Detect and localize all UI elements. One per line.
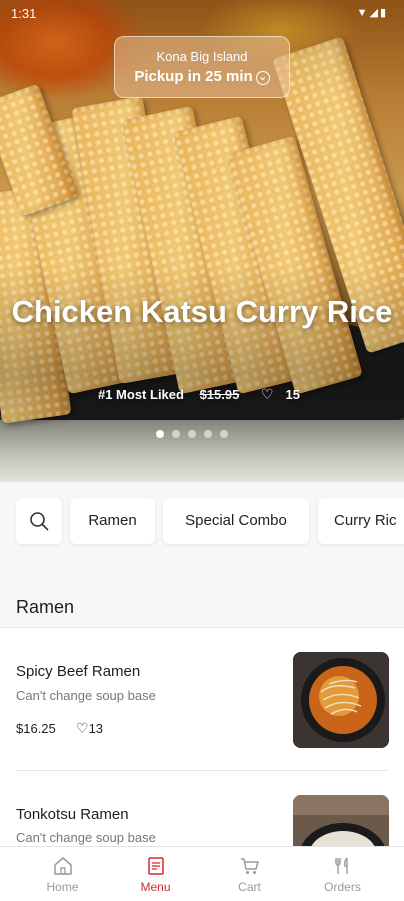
chevron-down-icon: ⌄ — [255, 71, 270, 85]
menu-item-image — [293, 795, 389, 846]
tab-cart[interactable]: Cart — [199, 847, 300, 901]
utensils-icon — [334, 857, 348, 874]
featured-dish-title: Chicken Katsu Curry Rice — [11, 294, 393, 329]
status-icons: ▼◢▮ — [356, 7, 388, 19]
carousel-dot[interactable] — [220, 430, 228, 438]
tonkotsu-image — [293, 795, 389, 846]
category-bar: Ramen Special Combo Curry Ric — [0, 482, 404, 560]
category-chip-special-combo[interactable]: Special Combo — [163, 498, 309, 544]
menu-item-likes-count: 13 — [88, 721, 104, 736]
search-button[interactable] — [16, 498, 62, 544]
carousel-indicator — [156, 425, 236, 438]
menu-item-image — [293, 652, 389, 748]
menu-item-name: Spicy Beef Ramen — [16, 663, 141, 680]
bottom-navigation: Home Menu Cart Orders — [0, 846, 404, 901]
pickup-location: Kona Big Island — [156, 49, 248, 64]
menu-item-name: Tonkotsu Ramen — [16, 806, 129, 823]
featured-dish-banner[interactable]: 1:31 ▼◢▮ Kona Big Island Pickup in 25 mi… — [0, 0, 404, 482]
carousel-dot[interactable] — [204, 430, 212, 438]
category-chip-ramen[interactable]: Ramen — [70, 498, 155, 544]
tab-menu-label: Menu — [140, 880, 171, 894]
carousel-dot[interactable] — [156, 430, 164, 438]
pickup-eta-label: Pickup in 25 min — [134, 68, 253, 85]
featured-dish-price: $15.95 — [199, 387, 240, 402]
tab-menu[interactable]: Menu — [105, 847, 206, 901]
section-title: Ramen — [16, 597, 75, 617]
pickup-eta: Pickup in 25 min ⌄ — [115, 68, 289, 85]
status-bar: 1:31 ▼◢▮ — [0, 0, 404, 26]
menu-item[interactable]: Spicy Beef Ramen Can't change soup base … — [0, 628, 404, 770]
pickup-location-selector[interactable]: Kona Big Island Pickup in 25 min ⌄ — [114, 36, 290, 98]
cart-icon — [240, 858, 259, 874]
carousel-dot[interactable] — [172, 430, 180, 438]
featured-dish-meta: #1 Most Liked $15.95 ♡ 15 — [0, 386, 404, 403]
menu-book-icon — [147, 857, 164, 875]
featured-likes-count: 15 — [285, 387, 300, 402]
featured-likes: ♡ 15 — [255, 386, 306, 402]
heart-icon: ♡ — [76, 720, 89, 736]
most-liked-badge: #1 Most Liked — [97, 387, 184, 402]
menu-item-likes: ♡13 — [76, 720, 103, 737]
tab-orders-label: Orders — [324, 880, 361, 894]
tab-home-label: Home — [46, 880, 79, 894]
status-time: 1:31 — [11, 6, 37, 21]
category-chip-curry-rice[interactable]: Curry Ric — [318, 498, 404, 544]
menu-item-note: Can't change soup base — [16, 688, 156, 703]
menu-item[interactable]: Tonkotsu Ramen Can't change soup base — [0, 771, 404, 846]
heart-icon: ♡ — [260, 386, 274, 402]
tab-home[interactable]: Home — [12, 847, 113, 901]
menu-item-note: Can't change soup base — [16, 830, 156, 845]
tab-orders[interactable]: Orders — [292, 847, 393, 901]
ramen-image — [293, 652, 389, 748]
menu-item-price: $16.25 — [16, 721, 56, 736]
tab-cart-label: Cart — [238, 880, 261, 894]
search-icon — [30, 512, 49, 531]
home-icon — [53, 857, 72, 875]
menu-list: Spicy Beef Ramen Can't change soup base … — [0, 628, 404, 846]
carousel-dot[interactable] — [188, 430, 196, 438]
